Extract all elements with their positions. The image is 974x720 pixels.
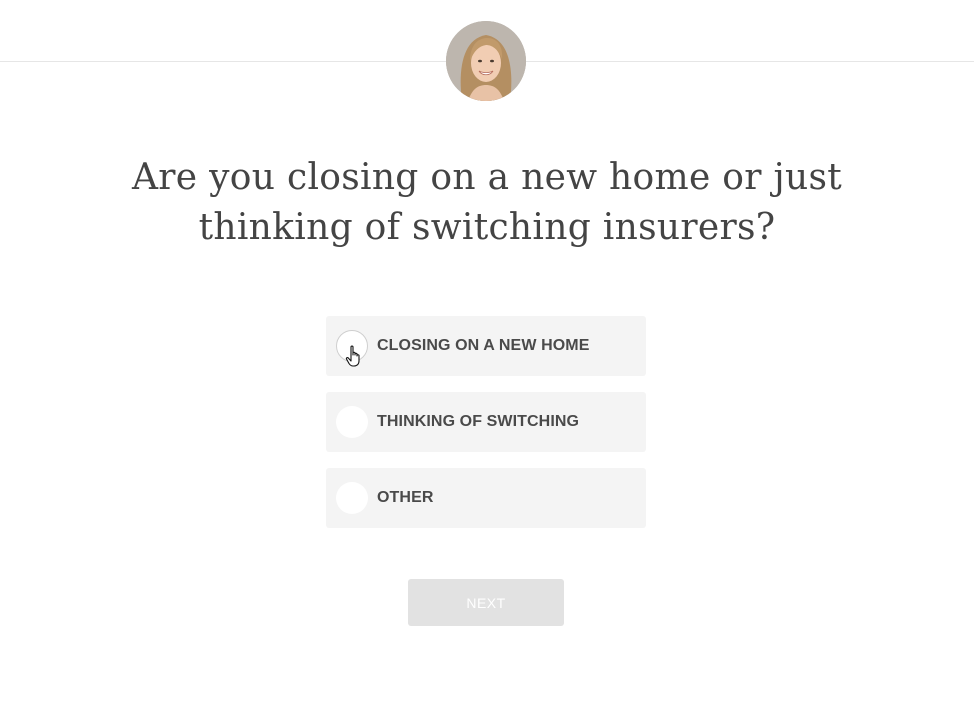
- question-heading: Are you closing on a new home or just th…: [100, 153, 874, 253]
- option-thinking-of-switching[interactable]: THINKING OF SWITCHING: [326, 392, 646, 452]
- option-other[interactable]: OTHER: [326, 468, 646, 528]
- question-line-2: thinking of switching insurers?: [198, 207, 776, 248]
- avatar: [446, 21, 526, 101]
- next-button[interactable]: NEXT: [408, 579, 564, 626]
- option-closing-on-new-home[interactable]: CLOSING ON A NEW HOME: [326, 316, 646, 376]
- person-avatar-icon: [446, 21, 526, 101]
- radio-button[interactable]: [336, 482, 368, 514]
- answer-options: CLOSING ON A NEW HOME THINKING OF SWITCH…: [326, 316, 646, 544]
- question-line-1: Are you closing on a new home or just: [131, 157, 843, 198]
- radio-button[interactable]: [336, 406, 368, 438]
- option-label: CLOSING ON A NEW HOME: [377, 337, 590, 354]
- option-label: THINKING OF SWITCHING: [377, 413, 580, 430]
- option-label: OTHER: [377, 489, 434, 506]
- radio-button[interactable]: [336, 330, 368, 362]
